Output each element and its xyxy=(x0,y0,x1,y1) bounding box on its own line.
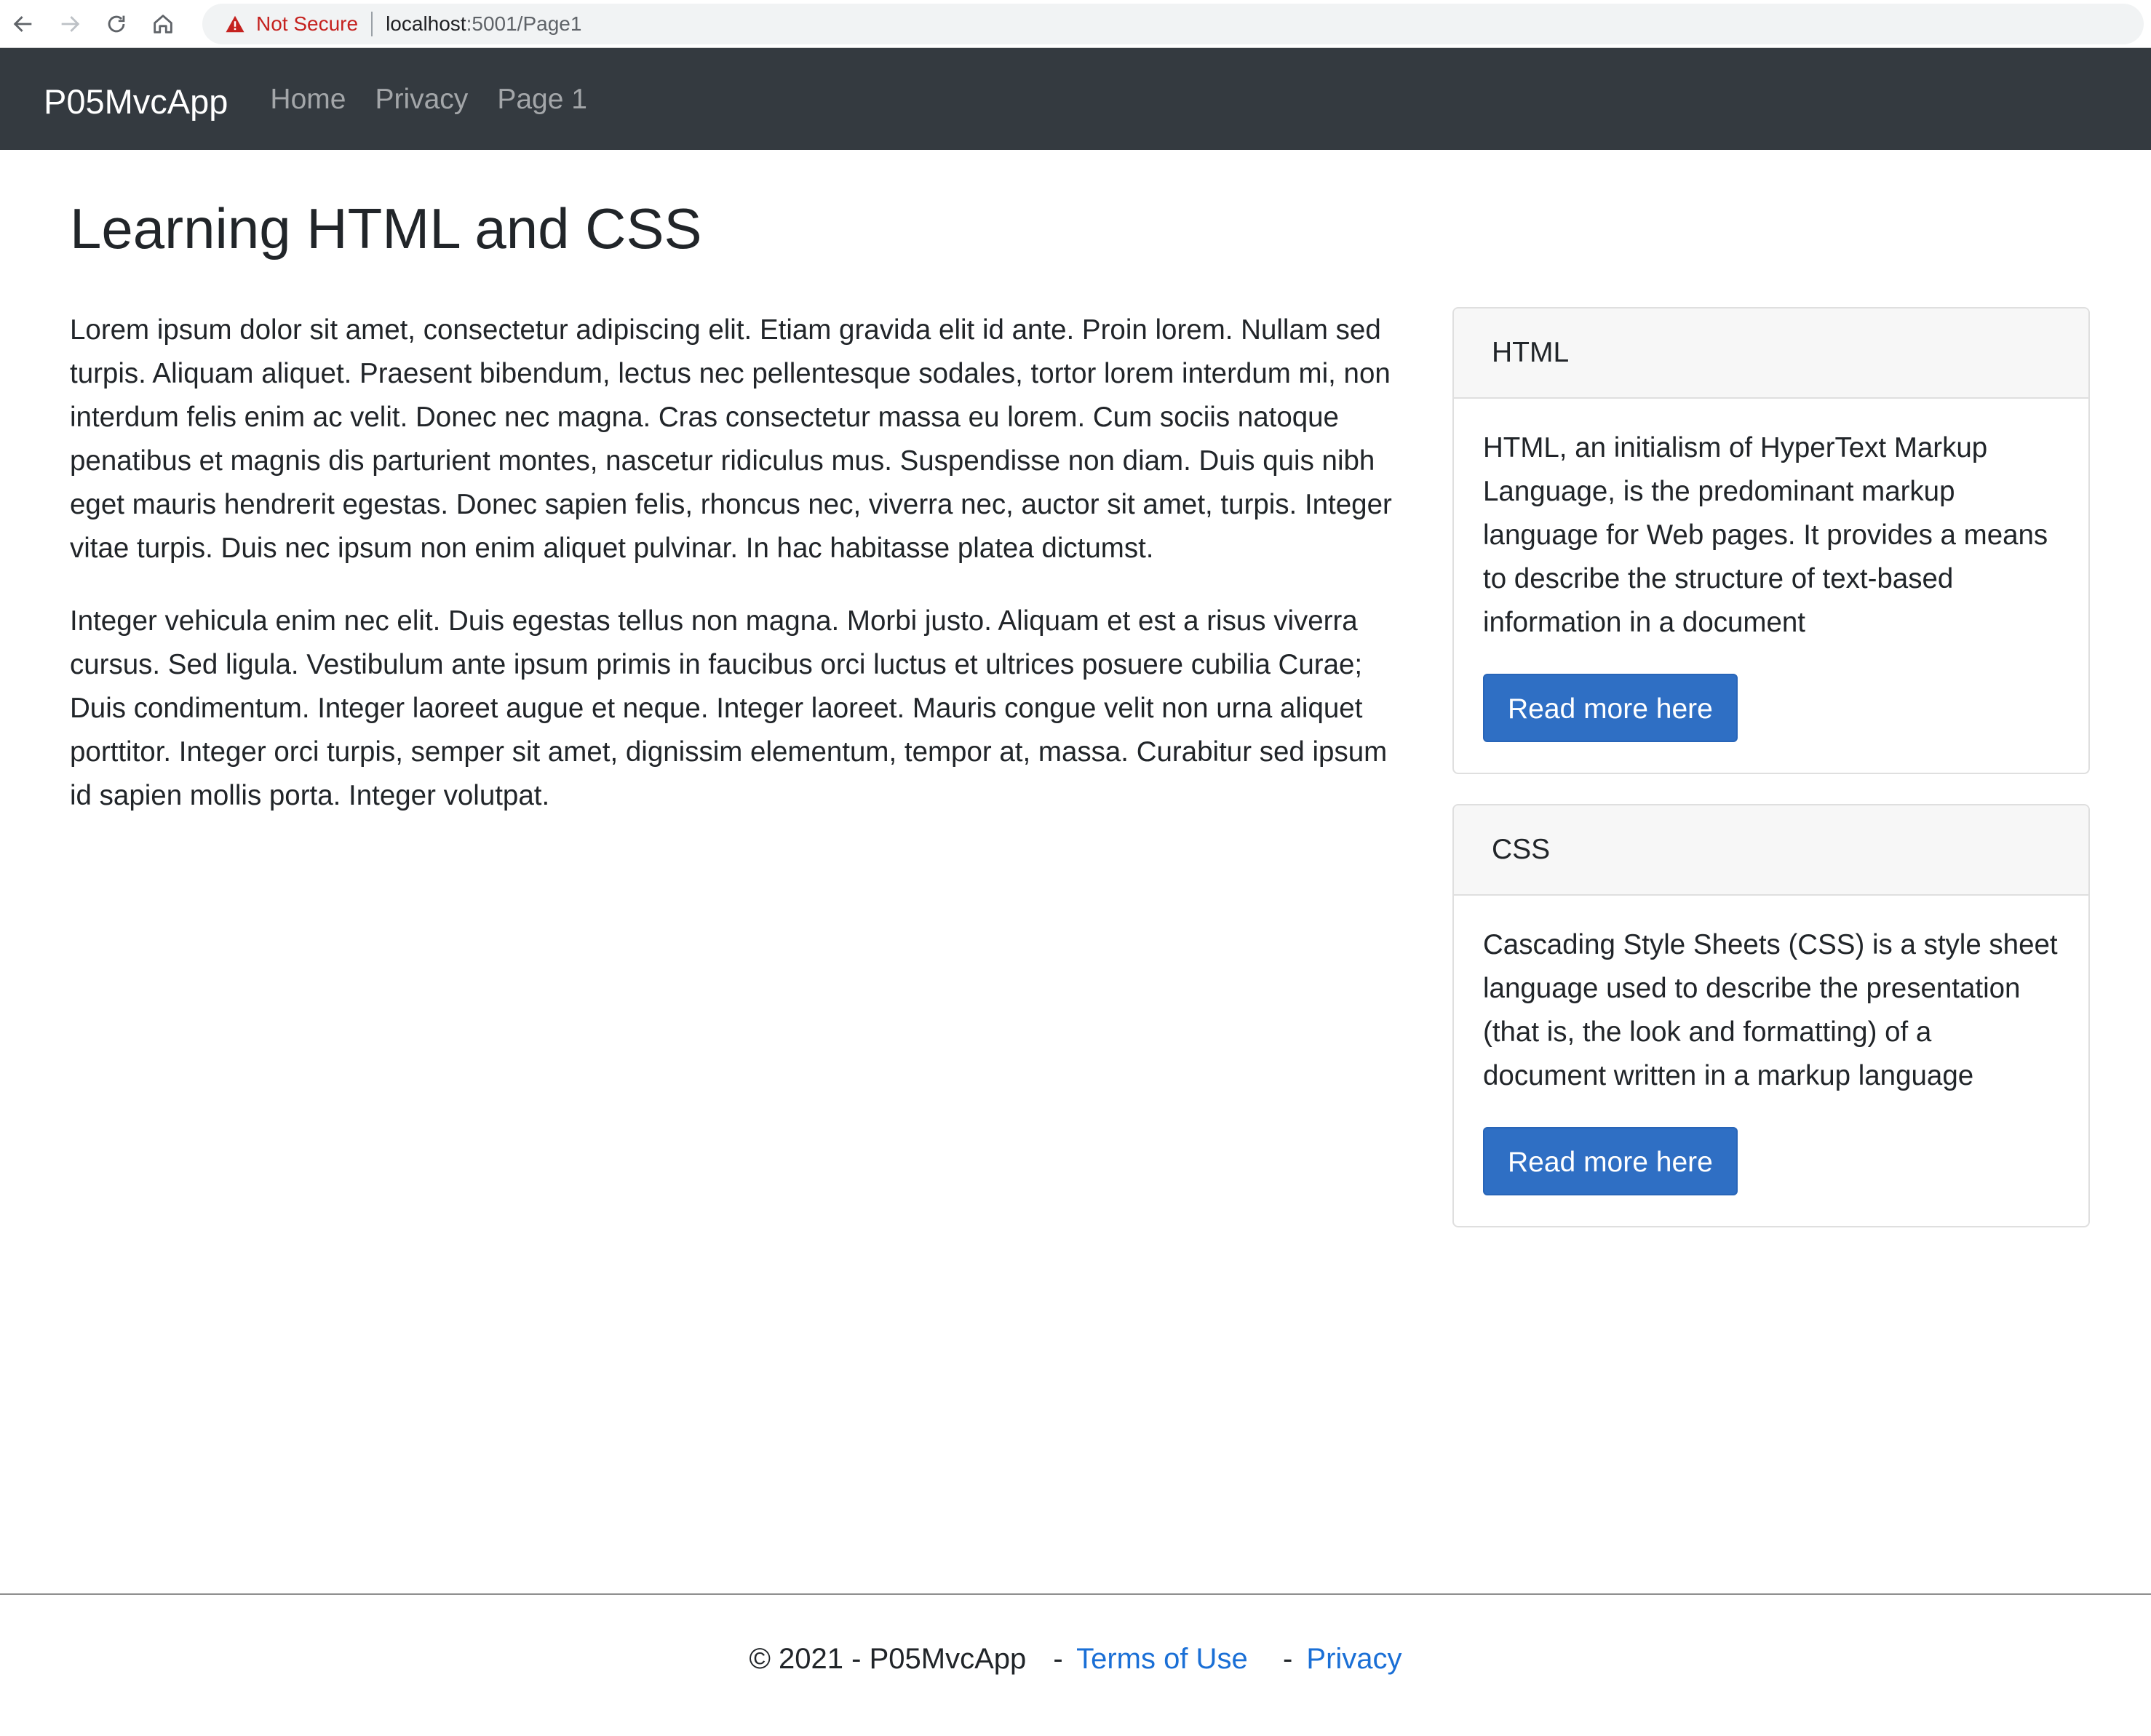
nav-link-home[interactable]: Home xyxy=(270,84,346,116)
address-bar[interactable]: Not Secure localhost :5001/Page1 xyxy=(202,3,2144,44)
footer-separator: - xyxy=(1053,1643,1063,1675)
navbar: P05MvcApp Home Privacy Page 1 xyxy=(0,48,2151,150)
card-html: HTML HTML, an initialism of HyperText Ma… xyxy=(1452,307,2090,774)
security-label[interactable]: Not Secure xyxy=(256,12,358,36)
footer-separator: - xyxy=(1282,1643,1293,1675)
read-more-html-button[interactable]: Read more here xyxy=(1483,674,1738,742)
reload-icon xyxy=(108,15,125,32)
forward-button[interactable] xyxy=(48,2,92,46)
footer: © 2021 - P05MvcApp - Terms of Use - Priv… xyxy=(0,1643,2151,1676)
reload-button[interactable] xyxy=(95,2,138,46)
footer-divider xyxy=(0,1593,2151,1595)
warning-icon xyxy=(224,13,246,35)
url-host: localhost xyxy=(386,12,466,35)
url-path: :5001/Page1 xyxy=(466,12,582,35)
footer-privacy-link[interactable]: Privacy xyxy=(1306,1643,1401,1675)
arrow-left-icon xyxy=(13,15,32,32)
page-title: Learning HTML and CSS xyxy=(70,196,702,260)
card-css: CSS Cascading Style Sheets (CSS) is a st… xyxy=(1452,804,2090,1227)
card-header: HTML xyxy=(1454,308,2088,399)
card-text: HTML, an initialism of HyperText Markup … xyxy=(1483,432,2048,638)
nav-link-privacy[interactable]: Privacy xyxy=(375,84,468,116)
footer-copyright: © 2021 - P05MvcApp xyxy=(749,1643,1027,1675)
navbar-brand[interactable]: P05MvcApp xyxy=(44,81,228,122)
terms-of-use-link[interactable]: Terms of Use xyxy=(1076,1643,1248,1675)
read-more-css-button[interactable]: Read more here xyxy=(1483,1127,1738,1195)
card-header: CSS xyxy=(1454,805,2088,896)
browser-toolbar: Not Secure localhost :5001/Page1 xyxy=(0,0,2151,48)
home-button[interactable] xyxy=(141,2,185,46)
home-icon xyxy=(154,14,172,33)
address-divider xyxy=(371,11,373,36)
card-body: Cascading Style Sheets (CSS) is a style … xyxy=(1454,896,2088,1195)
paragraph: Lorem ipsum dolor sit amet, consectetur … xyxy=(70,314,1392,564)
nav-link-page1[interactable]: Page 1 xyxy=(497,84,587,116)
main-content: Lorem ipsum dolor sit amet, consectetur … xyxy=(70,308,1409,847)
card-body: HTML, an initialism of HyperText Markup … xyxy=(1454,399,2088,742)
paragraph: Integer vehicula enim nec elit. Duis ege… xyxy=(70,605,1388,811)
card-text: Cascading Style Sheets (CSS) is a style … xyxy=(1483,929,2058,1091)
back-button[interactable] xyxy=(1,2,45,46)
arrow-right-icon xyxy=(61,15,80,32)
